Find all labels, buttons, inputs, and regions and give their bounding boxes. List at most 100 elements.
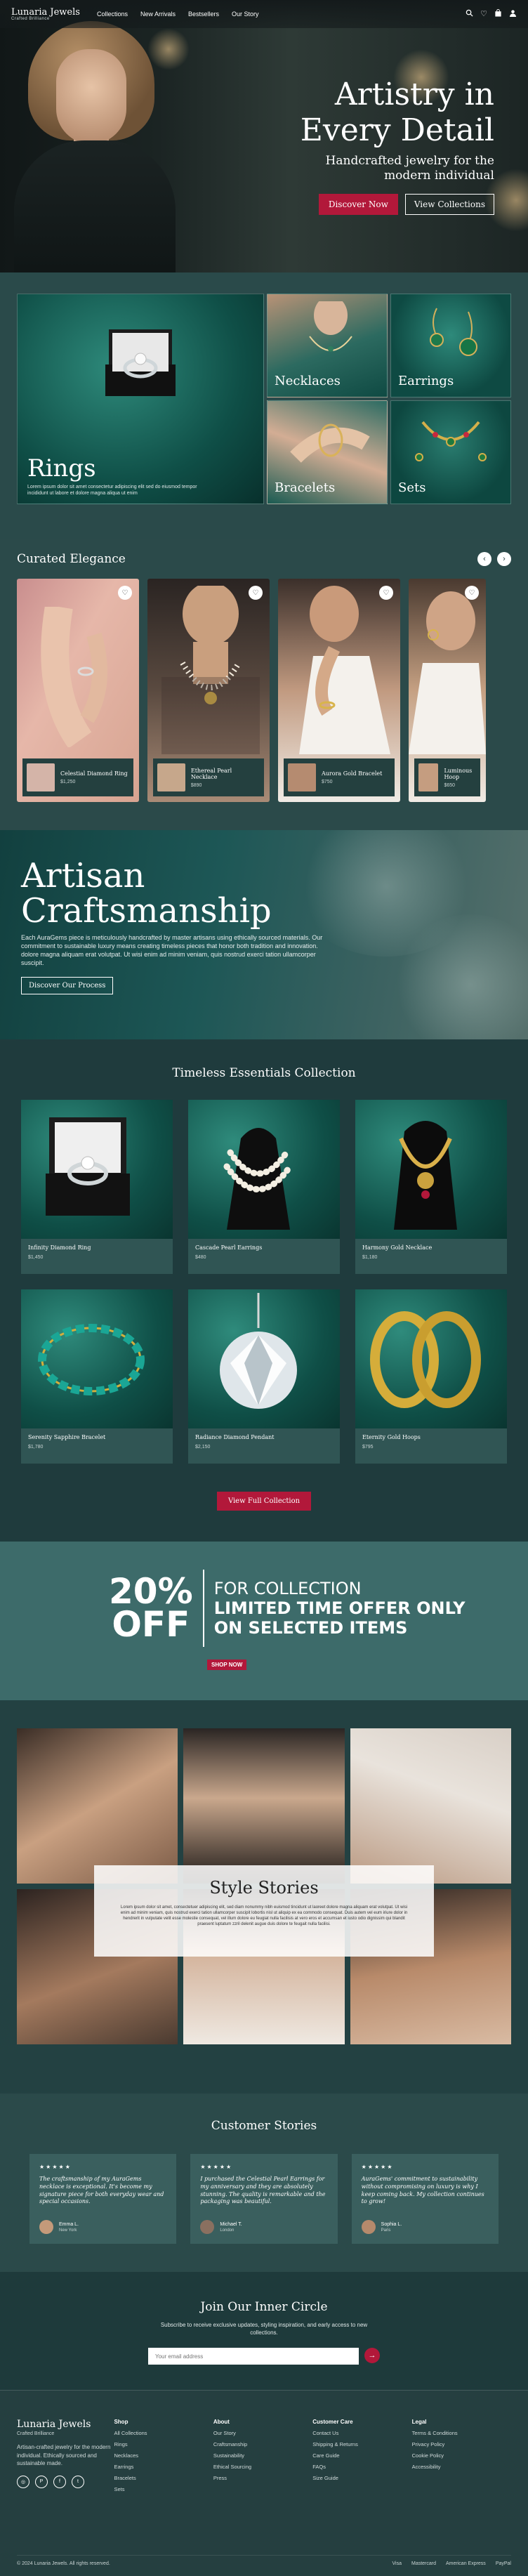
footer-link[interactable]: Rings <box>114 2441 213 2447</box>
artisan-section: Artisan Craftsmanship Each AuraGems piec… <box>0 830 528 1039</box>
category-sets[interactable]: Sets <box>390 400 511 504</box>
story-image[interactable] <box>350 1728 511 1884</box>
footer-link[interactable]: FAQs <box>312 2464 411 2470</box>
footer-link[interactable]: Sustainability <box>213 2452 312 2459</box>
footer-link[interactable]: All Collections <box>114 2430 213 2436</box>
wishlist-heart-icon[interactable]: ♡ <box>249 586 263 600</box>
footer-link[interactable]: Ethical Sourcing <box>213 2464 312 2470</box>
search-icon[interactable] <box>466 9 473 19</box>
author-location: New York <box>59 2228 77 2233</box>
footer-link[interactable]: Our Story <box>213 2430 312 2436</box>
author-location: Paris <box>381 2228 391 2233</box>
discover-now-button[interactable]: Discover Now <box>318 193 398 215</box>
product-price: $890 <box>190 782 202 788</box>
product-card[interactable]: Radiance Diamond Pendant $2,150 <box>188 1289 340 1464</box>
story-image[interactable] <box>183 1728 345 1884</box>
product-price: $1,180 <box>362 1255 378 1260</box>
wishlist-heart-icon[interactable]: ♡ <box>379 586 393 600</box>
view-collections-button[interactable]: View Collections <box>404 193 494 215</box>
product-card[interactable]: Infinity Diamond Ring $1,450 <box>21 1100 173 1274</box>
wishlist-heart-icon[interactable]: ♡ <box>118 586 132 600</box>
footer-link[interactable]: Terms & Conditions <box>412 2430 511 2436</box>
footer-link[interactable]: Sets <box>114 2486 213 2492</box>
category-rings[interactable]: Rings Lorem ipsum dolor sit amet consect… <box>17 294 264 504</box>
testimonial-quote: The craftsmanship of my AuraGems necklac… <box>39 2176 164 2205</box>
copyright: © 2024 Lunaria Jewels. All rights reserv… <box>17 2561 110 2567</box>
promo-line3: ON SELECTED ITEMS <box>213 1618 408 1638</box>
footer-link[interactable]: Necklaces <box>114 2452 213 2459</box>
product-thumbnail <box>418 763 439 791</box>
rating-stars: ★★★★★ <box>361 2164 394 2170</box>
user-icon[interactable] <box>509 9 517 19</box>
testimonial-card: ★★★★★ I purchased the Celestial Pearl Ea… <box>190 2154 338 2244</box>
subscribe-button[interactable]: → <box>364 2348 380 2364</box>
story-image[interactable] <box>17 1728 178 1884</box>
product-name: Cascade Pearl Earrings <box>195 1244 263 1251</box>
category-earrings[interactable]: Earrings <box>390 294 511 397</box>
product-image <box>370 1311 481 1408</box>
footer-link[interactable]: Care Guide <box>312 2452 411 2459</box>
author-name: Michael T. <box>220 2221 242 2227</box>
nav-link-our-story[interactable]: Our Story <box>232 11 259 18</box>
product-card[interactable]: Eternity Gold Hoops $795 <box>355 1289 507 1464</box>
bag-icon[interactable] <box>494 9 502 19</box>
footer-link[interactable]: Cookie Policy <box>412 2452 511 2459</box>
section-title: Timeless Essentials Collection <box>172 1066 356 1080</box>
product-card[interactable]: Harmony Gold Necklace $1,180 <box>355 1100 507 1274</box>
product-card[interactable]: ♡ Celestial Diamond Ring $1,250 <box>17 579 139 802</box>
product-card[interactable]: Serenity Sapphire Bracelet $1,780 <box>21 1289 173 1464</box>
footer-link[interactable]: Craftsmanship <box>213 2441 312 2447</box>
shop-now-button[interactable]: SHOP NOW <box>207 1660 247 1670</box>
category-label-rings: Rings <box>27 454 96 482</box>
footer-link[interactable]: Contact Us <box>312 2430 411 2436</box>
testimonials-section: Customer Stories ★★★★★ The craftsmanship… <box>0 2094 528 2272</box>
product-card[interactable]: Cascade Pearl Earrings $480 <box>188 1100 340 1274</box>
carousel-next-button[interactable]: › <box>497 552 511 566</box>
twitter-icon[interactable]: t <box>72 2475 84 2488</box>
logo[interactable]: Lunaria Jewels Crafted Brilliance <box>11 8 80 21</box>
product-image <box>299 586 390 754</box>
category-label-necklaces: Necklaces <box>275 374 341 388</box>
product-price: $1,450 <box>28 1255 44 1260</box>
product-name: Infinity Diamond Ring <box>28 1244 91 1251</box>
footer-link[interactable]: Privacy Policy <box>412 2441 511 2447</box>
testimonial-card: ★★★★★ AuraGems' commitment to sustainabi… <box>351 2154 499 2244</box>
category-bracelets[interactable]: Bracelets <box>267 400 388 504</box>
hero-model-image <box>14 21 176 272</box>
nav-link-bestsellers[interactable]: Bestsellers <box>188 11 219 18</box>
discover-process-button[interactable]: Discover Our Process <box>21 977 114 995</box>
footer-column-legal: Legal Terms & Conditions Privacy Policy … <box>412 2419 511 2492</box>
product-card[interactable]: ♡ Ethereal Pearl Necklace $890 <box>147 579 270 802</box>
footer-link[interactable]: Size Guide <box>312 2475 411 2481</box>
footer-link[interactable]: Press <box>213 2475 312 2481</box>
categories-section: Rings Lorem ipsum dolor sit amet consect… <box>0 272 528 539</box>
footer-link[interactable]: Earrings <box>114 2464 213 2470</box>
facebook-icon[interactable]: f <box>53 2475 66 2488</box>
page: Lunaria Jewels Crafted Brilliance Collec… <box>0 0 528 2576</box>
footer-link[interactable]: Accessibility <box>412 2464 511 2470</box>
wishlist-heart-icon[interactable]: ♡ <box>465 586 479 600</box>
category-necklaces[interactable]: Necklaces <box>267 294 388 397</box>
payment-paypal: PayPal <box>495 2561 511 2567</box>
product-image <box>220 1293 297 1409</box>
nav-link-collections[interactable]: Collections <box>97 11 128 18</box>
pinterest-icon[interactable]: P <box>35 2475 48 2488</box>
email-input[interactable] <box>148 2348 359 2365</box>
heart-icon[interactable]: ♡ <box>480 9 487 19</box>
footer-link[interactable]: Shipping & Returns <box>312 2441 411 2447</box>
product-price: $650 <box>444 782 456 788</box>
product-name: Ethereal Pearl Necklace <box>190 767 232 780</box>
footer-logo[interactable]: Lunaria Jewels <box>17 2419 114 2430</box>
product-price: $480 <box>195 1255 206 1260</box>
nav-link-new-arrivals[interactable]: New Arrivals <box>140 11 176 18</box>
instagram-icon[interactable]: ◎ <box>17 2475 29 2488</box>
product-card[interactable]: ♡ Aurora Gold Bracelet $750 <box>278 579 400 802</box>
product-carousel: ♡ Celestial Diamond Ring $1,250 ♡ Ethere… <box>17 579 511 802</box>
footer-link[interactable]: Bracelets <box>114 2475 213 2481</box>
hero-text: Artistry in Every Detail Handcrafted jew… <box>301 77 494 215</box>
carousel-prev-button[interactable]: ‹ <box>477 552 491 566</box>
product-card[interactable]: ♡ Luminous Hoop $650 <box>409 579 486 802</box>
nav-links: Collections New Arrivals Bestsellers Our… <box>97 11 259 18</box>
ring-box-image <box>105 329 176 396</box>
view-full-collection-button[interactable]: View Full Collection <box>216 1492 312 1511</box>
